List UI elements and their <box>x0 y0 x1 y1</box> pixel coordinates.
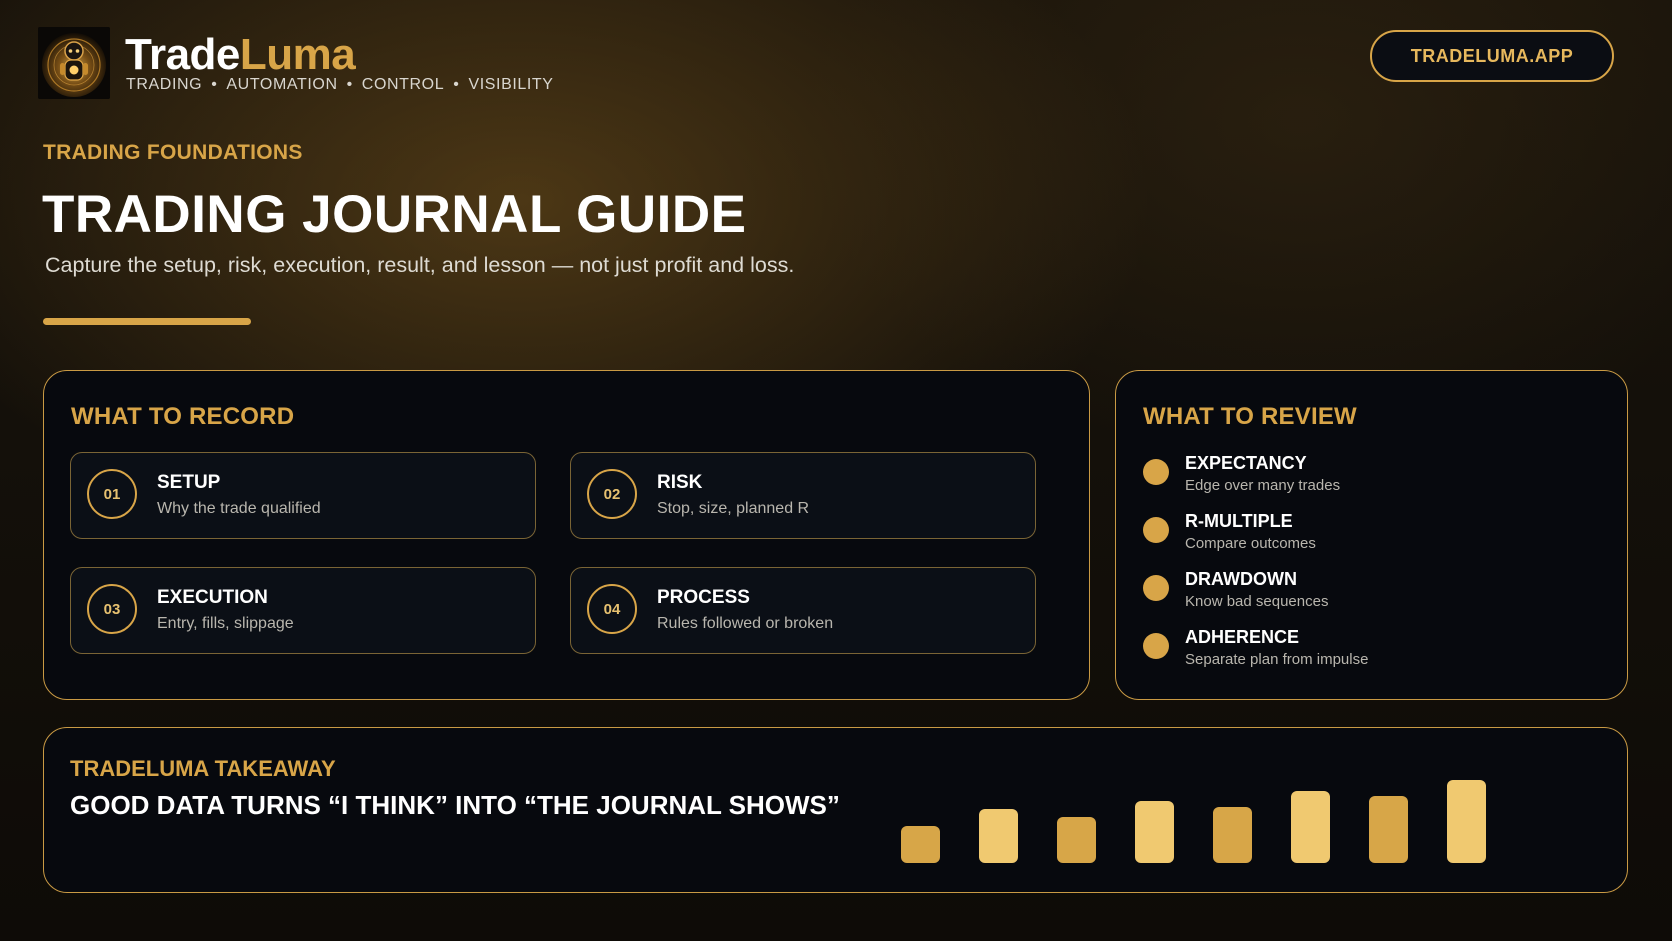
tagline-word: AUTOMATION <box>226 76 338 93</box>
page-title: TRADING JOURNAL GUIDE <box>42 185 747 244</box>
logo <box>38 27 110 99</box>
record-card-setup: 01 SETUP Why the trade qualified <box>70 452 536 539</box>
bullet-dot-icon <box>1143 459 1169 485</box>
page-subtitle: Capture the setup, risk, execution, resu… <box>45 253 795 277</box>
decorative-bar-graphic <box>44 728 1629 894</box>
record-card-label: SETUP <box>157 472 221 493</box>
review-item-r-multiple: R-MULTIPLE Compare outcomes <box>1143 511 1603 561</box>
bullet-dot-icon <box>1143 517 1169 543</box>
step-number-badge: 01 <box>87 469 137 519</box>
review-item-desc: Edge over many trades <box>1185 477 1341 494</box>
review-panel: WHAT TO REVIEW EXPECTANCY Edge over many… <box>1115 370 1628 700</box>
record-card-label: RISK <box>657 472 703 493</box>
robot-mascot-icon <box>38 27 110 99</box>
tagline-word: CONTROL <box>361 76 445 93</box>
record-card-desc: Stop, size, planned R <box>657 500 810 517</box>
bullet-dot-icon <box>1143 575 1169 601</box>
review-item-drawdown: DRAWDOWN Know bad sequences <box>1143 569 1603 619</box>
review-item-desc: Know bad sequences <box>1185 593 1329 610</box>
record-card-execution: 03 EXECUTION Entry, fills, slippage <box>70 567 536 654</box>
decor-bar <box>1135 801 1174 863</box>
decor-bar <box>979 809 1018 863</box>
brand-part-luma: Luma <box>239 30 356 79</box>
record-card-process: 04 PROCESS Rules followed or broken <box>570 567 1036 654</box>
tagline-word: VISIBILITY <box>468 76 554 93</box>
decor-bar <box>1057 817 1096 863</box>
tagline-word: TRADING <box>126 76 203 93</box>
step-number-badge: 04 <box>587 584 637 634</box>
brand-part-trade: Trade <box>125 30 240 79</box>
decor-bar <box>1213 807 1252 863</box>
decor-bar <box>1447 780 1486 863</box>
record-card-desc: Why the trade qualified <box>157 500 321 517</box>
review-item-expectancy: EXPECTANCY Edge over many trades <box>1143 453 1603 503</box>
step-number-badge: 02 <box>587 469 637 519</box>
review-item-label: R-MULTIPLE <box>1185 511 1293 531</box>
decor-bar <box>1291 791 1330 863</box>
bullet-dot-icon <box>1143 633 1169 659</box>
review-item-label: ADHERENCE <box>1185 627 1300 647</box>
review-item-label: EXPECTANCY <box>1185 453 1307 473</box>
takeaway-panel: TRADELUMA TAKEAWAY GOOD DATA TURNS “I TH… <box>43 727 1628 893</box>
record-card-desc: Entry, fills, slippage <box>157 615 294 632</box>
accent-divider <box>43 318 251 325</box>
decor-bar <box>901 826 940 863</box>
site-link-button[interactable]: TRADELUMA.APP <box>1370 30 1614 82</box>
record-card-label: PROCESS <box>657 587 750 608</box>
review-item-desc: Separate plan from impulse <box>1185 651 1369 668</box>
bullet-dot: • <box>346 76 353 93</box>
bullet-dot: • <box>453 76 460 93</box>
bullet-dot: • <box>211 76 218 93</box>
record-panel: WHAT TO RECORD 01 SETUP Why the trade qu… <box>43 370 1090 700</box>
brand-tagline: TRADING • AUTOMATION • CONTROL • VISIBILITY <box>126 76 554 94</box>
record-card-risk: 02 RISK Stop, size, planned R <box>570 452 1036 539</box>
review-panel-title: WHAT TO REVIEW <box>1143 403 1357 430</box>
step-number-badge: 03 <box>87 584 137 634</box>
record-card-label: EXECUTION <box>157 587 268 608</box>
review-item-desc: Compare outcomes <box>1185 535 1316 552</box>
review-item-adherence: ADHERENCE Separate plan from impulse <box>1143 627 1603 677</box>
brand-wordmark: TradeLuma <box>125 28 356 82</box>
review-item-label: DRAWDOWN <box>1185 569 1297 589</box>
record-panel-title: WHAT TO RECORD <box>71 403 295 430</box>
record-card-desc: Rules followed or broken <box>657 615 834 632</box>
decor-bar <box>1369 796 1408 863</box>
section-eyebrow: TRADING FOUNDATIONS <box>43 141 303 164</box>
